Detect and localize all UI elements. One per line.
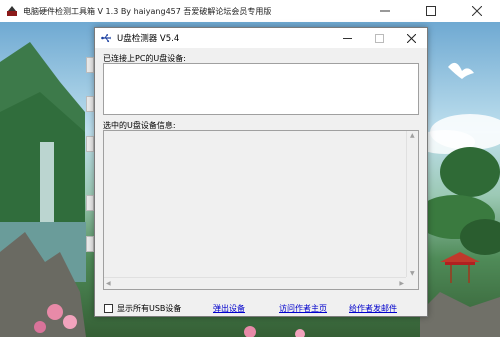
side-tab-5[interactable] xyxy=(86,236,94,252)
info-horizontal-scrollbar[interactable]: ◀ ▶ xyxy=(104,277,406,289)
scroll-right-icon[interactable]: ▶ xyxy=(399,281,404,287)
usb-detector-dialog: U盘检测器 V5.4 已连接上PC的U盘设备: 选中的U盘设备信息: ▲ ▼ ◀… xyxy=(94,27,428,317)
email-author-link[interactable]: 给作者发邮件 xyxy=(349,303,397,314)
main-maximize-button[interactable] xyxy=(408,0,454,22)
side-tab-1[interactable] xyxy=(86,57,94,73)
show-all-usb-label[interactable]: 显示所有USB设备 xyxy=(117,303,181,314)
selected-device-info-panel[interactable]: ▲ ▼ ◀ ▶ xyxy=(103,130,419,290)
maximize-icon xyxy=(426,6,436,16)
scroll-left-icon[interactable]: ◀ xyxy=(106,281,111,287)
info-vertical-scrollbar[interactable]: ▲ ▼ xyxy=(406,131,418,279)
side-tab-2[interactable] xyxy=(86,96,94,112)
minimize-icon xyxy=(342,37,352,39)
dialog-titlebar: U盘检测器 V5.4 xyxy=(95,28,427,48)
maximize-icon xyxy=(374,33,384,43)
scrollbar-corner xyxy=(406,277,418,289)
show-all-usb-checkbox[interactable] xyxy=(104,304,113,313)
dialog-close-button[interactable] xyxy=(395,28,427,48)
main-titlebar: 电脑硬件检测工具箱 V 1.3 By haiyang457 吾爱破解论坛会员专用… xyxy=(0,0,500,22)
visit-author-homepage-link[interactable]: 访问作者主页 xyxy=(279,303,327,314)
main-window-title: 电脑硬件检测工具箱 V 1.3 By haiyang457 吾爱破解论坛会员专用… xyxy=(23,6,272,16)
minimize-icon xyxy=(380,10,390,12)
connected-devices-list[interactable] xyxy=(103,63,419,115)
main-close-button[interactable] xyxy=(454,0,500,22)
dialog-minimize-button[interactable] xyxy=(331,28,363,48)
eject-device-link[interactable]: 弹出设备 xyxy=(213,303,245,314)
hardware-tool-icon xyxy=(7,6,17,16)
dialog-title: U盘检测器 V5.4 xyxy=(117,34,180,44)
close-icon xyxy=(406,33,416,43)
scroll-up-icon[interactable]: ▲ xyxy=(410,133,415,139)
usb-icon xyxy=(101,34,111,43)
dialog-maximize-button[interactable] xyxy=(363,28,395,48)
dialog-footer: 显示所有USB设备 弹出设备 访问作者主页 给作者发邮件 xyxy=(103,303,421,315)
side-tab-4[interactable] xyxy=(86,195,94,211)
main-minimize-button[interactable] xyxy=(362,0,408,22)
side-tab-3[interactable] xyxy=(86,136,94,152)
close-icon xyxy=(472,6,482,16)
